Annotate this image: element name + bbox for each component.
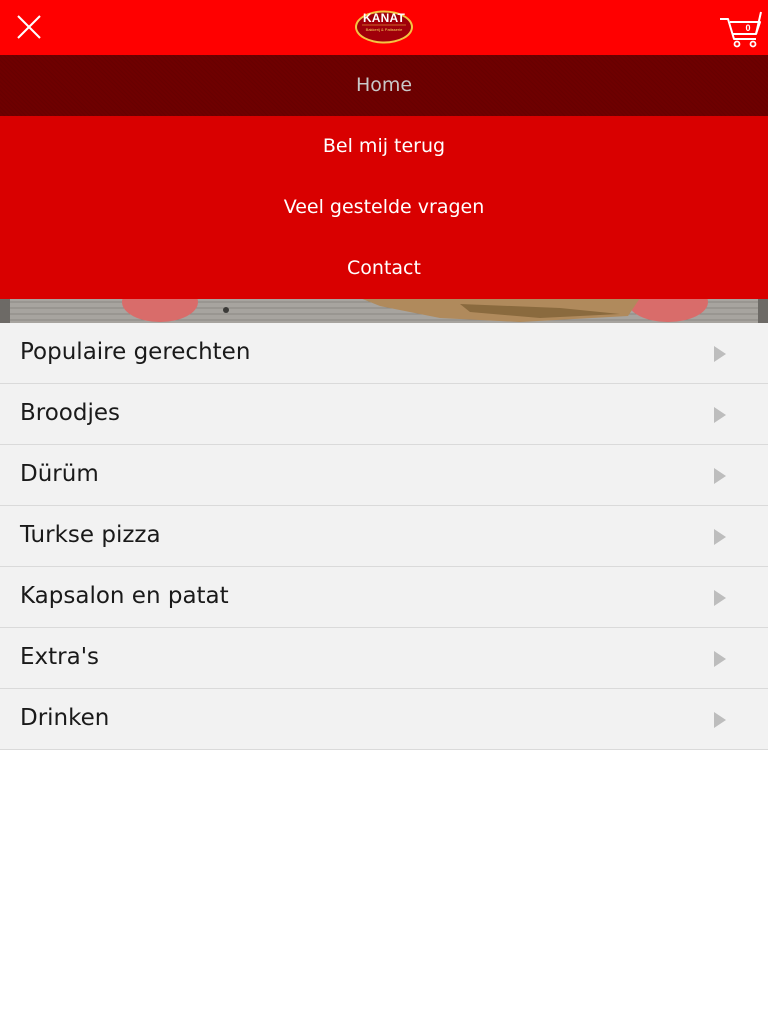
category-broodjes[interactable]: Broodjes — [0, 384, 768, 445]
category-label: Populaire gerechten — [20, 339, 251, 365]
logo-subtext: Bakkerij & Patisserie — [365, 27, 403, 32]
category-label: Broodjes — [20, 400, 120, 426]
category-turkse-pizza[interactable]: Turkse pizza — [0, 506, 768, 567]
category-label: Drinken — [20, 705, 110, 731]
chevron-right-icon — [714, 590, 726, 606]
category-list: Populaire gerechten Broodjes Dürüm Turks… — [0, 323, 768, 750]
chevron-right-icon — [714, 712, 726, 728]
app-root: KANAT Bakkerij & Patisserie 0 Home Bel m… — [0, 0, 768, 1024]
top-bar: KANAT Bakkerij & Patisserie 0 — [0, 0, 768, 55]
category-kapsalon-en-patat[interactable]: Kapsalon en patat — [0, 567, 768, 628]
close-icon — [17, 15, 41, 39]
chevron-right-icon — [714, 529, 726, 545]
nav-item-contact[interactable]: Contact — [0, 238, 768, 299]
close-menu-button[interactable] — [10, 10, 46, 46]
hero-photo-illustration — [0, 298, 768, 323]
category-label: Dürüm — [20, 461, 99, 487]
hero-food-image — [0, 298, 768, 323]
chevron-right-icon — [714, 651, 726, 667]
category-label: Turkse pizza — [20, 522, 161, 548]
nav-dropdown-menu: Home Bel mij terug Veel gestelde vragen … — [0, 55, 768, 299]
logo-text: KANAT — [362, 11, 406, 25]
nav-item-bel-mij-terug[interactable]: Bel mij terug — [0, 116, 768, 177]
cart-button[interactable]: 0 — [716, 7, 764, 49]
chevron-right-icon — [714, 407, 726, 423]
cart-count-badge: 0 — [745, 23, 751, 33]
category-extras[interactable]: Extra's — [0, 628, 768, 689]
category-populaire-gerechten[interactable]: Populaire gerechten — [0, 323, 768, 384]
nav-item-home[interactable]: Home — [0, 55, 768, 116]
shopping-cart-icon — [720, 11, 762, 48]
nav-item-veel-gestelde-vragen[interactable]: Veel gestelde vragen — [0, 177, 768, 238]
category-label: Kapsalon en patat — [20, 583, 229, 609]
category-drinken[interactable]: Drinken — [0, 689, 768, 750]
chevron-right-icon — [714, 346, 726, 362]
category-label: Extra's — [20, 644, 100, 670]
category-durum[interactable]: Dürüm — [0, 445, 768, 506]
brand-logo[interactable]: KANAT Bakkerij & Patisserie — [354, 9, 414, 45]
chevron-right-icon — [714, 468, 726, 484]
